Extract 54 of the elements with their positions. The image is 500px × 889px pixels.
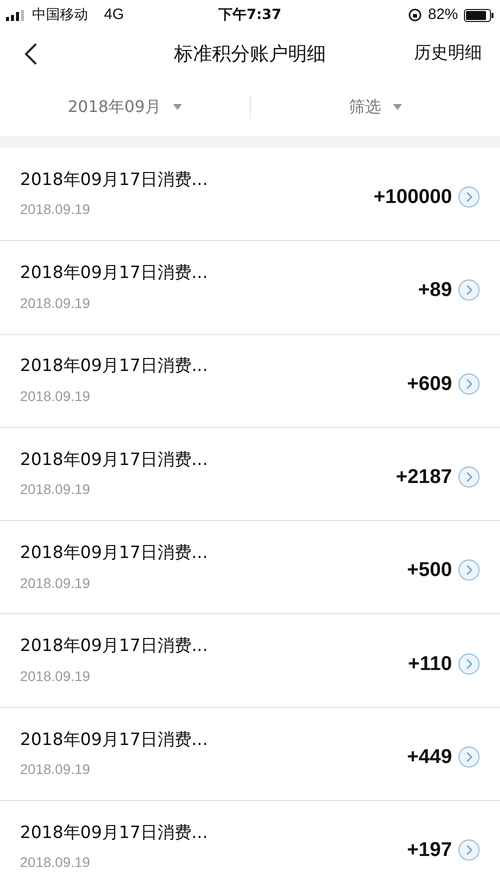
back-icon [24,42,38,66]
record-row[interactable]: 2018年09月17日消费... 2018.09.19 +197 [0,801,500,889]
carrier-name: 中国移动 [32,6,88,24]
record-title: 2018年09月17日消费... [20,822,209,845]
points-amount: +2187 [396,465,452,490]
network-type: 4G [104,4,124,25]
record-row[interactable]: 2018年09月17日消费... 2018.09.19 +500 [0,521,500,614]
points-amount: +449 [406,744,452,770]
signal-icon [6,10,26,20]
record-row[interactable]: 2018年09月17日消费... 2018.09.19 +2187 [0,428,500,522]
chevron-right-icon [458,279,480,302]
record-date: 2018.09.19 [20,853,92,872]
record-date: 2018.09.19 [20,386,92,406]
caret-icon [392,104,402,110]
rotation-lock-icon [408,8,422,22]
record-date: 2018.09.19 [20,760,92,780]
record-title: 2018年09月17日消费... [20,635,209,658]
record-date: 2018.09.19 [20,480,92,500]
points-amount: +110 [408,652,452,677]
chevron-right-icon [458,186,480,208]
record-row[interactable]: 2018年09月17日消费... 2018.09.19 +89 [0,241,500,335]
chevron-right-icon [458,839,480,862]
chevron-right-icon [458,372,480,395]
caret-icon [172,104,182,110]
record-date: 2018.09.19 [20,200,92,220]
chevron-right-icon [458,466,480,488]
page-title: 标准积分账户明细 [174,42,326,67]
filter-dropdown[interactable]: 2018年09月 [68,95,182,119]
record-title: 2018年09月17日消费... [20,355,209,378]
record-title: 2018年09月17日消费... [20,728,209,752]
record-title: 2018年09月17日消费... [20,448,209,472]
filter-dropdown[interactable]: 筛选 [348,95,402,119]
battery-percent: 82% [428,4,458,25]
chevron-right-icon [458,559,480,582]
points-amount: +89 [418,278,452,304]
record-title: 2018年09月17日消费... [20,262,209,286]
chevron-right-icon [458,746,480,768]
record-date: 2018.09.19 [20,294,92,313]
clock-time: 下午7:37 [218,6,282,24]
record-date: 2018.09.19 [20,574,92,593]
points-amount: +500 [406,558,452,584]
points-amount: +197 [406,838,452,864]
history-link[interactable]: 历史明细 [414,41,482,67]
record-row[interactable]: 2018年09月17日消费... 2018.09.19 +110 [0,614,500,708]
record-row[interactable]: 2018年09月17日消费... 2018.09.19 +100000 [0,148,500,242]
battery-icon [464,8,494,22]
record-row[interactable]: 2018年09月17日消费... 2018.09.19 +609 [0,334,500,428]
record-row[interactable]: 2018年09月17日消费... 2018.09.19 +449 [0,708,500,802]
points-amount: +100000 [374,185,452,210]
record-title: 2018年09月17日消费... [20,168,209,192]
record-date: 2018.09.19 [20,666,92,686]
chevron-right-icon [458,652,480,675]
points-amount: +609 [406,372,452,397]
record-title: 2018年09月17日消费... [20,542,209,566]
